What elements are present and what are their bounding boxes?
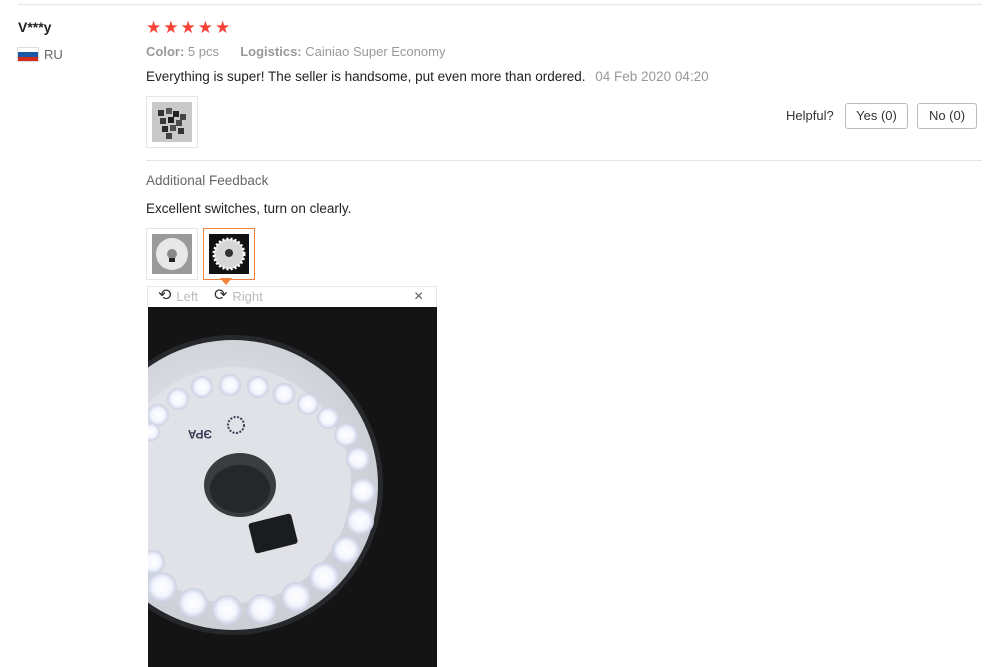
rotate-left-label: Left [176, 288, 199, 304]
color-value: 5 pcs [187, 44, 219, 59]
russia-flag-icon [18, 48, 38, 61]
selected-pointer [220, 278, 232, 285]
rotate-left-button[interactable]: ⟲ Left [158, 288, 198, 304]
helpful-yes-button[interactable]: Yes (0) [845, 103, 908, 129]
lamp-on-photo [209, 234, 249, 274]
review-text: Everything is super! The seller is hands… [146, 69, 586, 84]
logistics-label: Logistics: [240, 44, 302, 59]
lamp-off-photo [152, 234, 192, 274]
top-divider [18, 4, 982, 5]
feedback-photo-thumb-2[interactable] [203, 228, 255, 280]
rotate-right-label: Right [232, 288, 263, 304]
star-icon: ★ [146, 18, 162, 37]
feedback-photo-thumb-1[interactable] [146, 228, 198, 280]
close-viewer-button[interactable]: × [414, 287, 423, 307]
enlarged-photo: ЭРА [148, 307, 437, 667]
feedback-divider [146, 160, 982, 161]
rotate-right-button[interactable]: ⟳ Right [214, 288, 263, 304]
camping-light-photo: ЭРА [148, 307, 437, 667]
star-icon: ★ [180, 18, 196, 37]
rotate-ccw-icon: ⟲ [158, 287, 172, 304]
rotate-cw-icon: ⟳ [214, 287, 228, 304]
reviewer-name: V***y [18, 19, 52, 35]
additional-feedback-title: Additional Feedback [146, 173, 269, 188]
switches-photo [152, 102, 192, 142]
logistics-value: Cainiao Super Economy [305, 44, 446, 59]
country-code: RU [44, 47, 63, 62]
lamp-logo-text: ЭРА [188, 427, 212, 441]
viewer-toolbar: ⟲ Left ⟳ Right × [147, 286, 437, 307]
helpful-label: Helpful? [786, 108, 834, 123]
rating-stars: ★ ★ ★ ★ ★ [146, 19, 230, 36]
helpful-no-button[interactable]: No (0) [917, 103, 977, 129]
color-label: Color: [146, 44, 185, 59]
star-icon: ★ [197, 18, 213, 37]
order-meta: Color: 5 pcs Logistics: Cainiao Super Ec… [146, 44, 445, 59]
star-icon: ★ [163, 18, 179, 37]
review-photo-thumb[interactable] [146, 96, 198, 148]
review-date: 04 Feb 2020 04:20 [595, 69, 709, 84]
additional-feedback-text: Excellent switches, turn on clearly. [146, 201, 352, 216]
reviewer-country: RU [18, 47, 63, 62]
close-icon: × [414, 288, 424, 305]
star-icon: ★ [215, 18, 231, 37]
review-body: Everything is super! The seller is hands… [146, 69, 709, 84]
